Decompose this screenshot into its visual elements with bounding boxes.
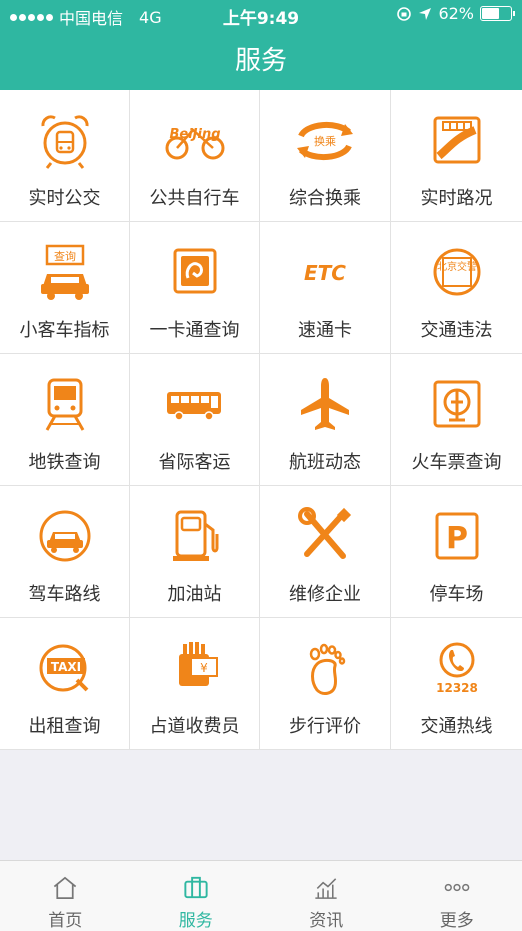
service-label: 维修企业 <box>289 580 361 606</box>
traffic-police-seal-icon: 北京交警 <box>425 240 489 304</box>
battery-percent: 62% <box>438 4 474 23</box>
location-arrow-icon <box>418 7 432 21</box>
service-repair[interactable]: 维修企业 <box>260 486 391 618</box>
service-label: 实时路况 <box>421 184 493 210</box>
service-public-bike[interactable]: BeiJing 公共自行车 <box>130 90 260 222</box>
briefcase-icon <box>181 873 211 902</box>
service-intercity-bus[interactable]: 省际客运 <box>130 354 260 486</box>
toll-collector-icon: ¥ <box>163 636 227 700</box>
rotation-lock-icon <box>396 6 412 22</box>
service-label: 航班动态 <box>289 448 361 474</box>
more-dots-icon <box>442 873 472 902</box>
hotline-icon: 12328 <box>425 636 489 700</box>
service-label: 公共自行车 <box>150 184 240 210</box>
page-title: 服务 <box>0 40 522 77</box>
coach-bus-icon <box>163 372 227 436</box>
service-realtime-bus[interactable]: 实时公交 <box>0 90 130 222</box>
service-hotline[interactable]: 12328 交通热线 <box>391 618 522 750</box>
service-label: 综合换乘 <box>289 184 361 210</box>
subway-icon <box>33 372 97 436</box>
home-icon <box>50 873 80 902</box>
service-label: 火车票查询 <box>412 448 502 474</box>
service-label: 驾车路线 <box>29 580 101 606</box>
tab-more[interactable]: 更多 <box>392 861 522 931</box>
service-walk-review[interactable]: 步行评价 <box>260 618 391 750</box>
service-parking[interactable]: P 停车场 <box>391 486 522 618</box>
footprint-icon <box>293 636 357 700</box>
service-transfer[interactable]: 换乘 综合换乘 <box>260 90 391 222</box>
service-flight[interactable]: 航班动态 <box>260 354 391 486</box>
service-label: 小客车指标 <box>20 316 110 342</box>
car-quota-icon: 查询 <box>33 240 97 304</box>
top-bar: 中国电信 4G 上午9:49 62% 服务 <box>0 0 522 90</box>
service-car-quota[interactable]: 查询 小客车指标 <box>0 222 130 354</box>
status-bar: 中国电信 4G 上午9:49 62% <box>0 0 522 30</box>
service-label: 交通热线 <box>421 712 493 738</box>
car-route-icon <box>33 504 97 568</box>
airplane-icon <box>293 372 357 436</box>
chart-icon <box>311 873 341 902</box>
service-label: 步行评价 <box>289 712 361 738</box>
service-label: 地铁查询 <box>29 448 101 474</box>
service-label: 实时公交 <box>29 184 101 210</box>
service-label: 省际客运 <box>159 448 231 474</box>
battery-icon <box>480 6 512 21</box>
tab-label: 资讯 <box>309 906 343 931</box>
railway-logo-icon <box>425 372 489 436</box>
parking-icon: P <box>425 504 489 568</box>
alarm-bus-icon <box>33 108 97 172</box>
service-road-condition[interactable]: 实时路况 <box>391 90 522 222</box>
service-traffic-violation[interactable]: 北京交警 交通违法 <box>391 222 522 354</box>
tab-service[interactable]: 服务 <box>131 861 262 931</box>
service-label: 加油站 <box>168 580 222 606</box>
tab-news[interactable]: 资讯 <box>261 861 392 931</box>
svg-text:北京交警: 北京交警 <box>437 260 477 273</box>
service-label: 一卡通查询 <box>150 316 240 342</box>
tab-home[interactable]: 首页 <box>0 861 131 931</box>
service-label: 占道收费员 <box>150 712 240 738</box>
service-gas-station[interactable]: 加油站 <box>130 486 260 618</box>
svg-text:TAXI: TAXI <box>50 660 80 674</box>
service-label: 速通卡 <box>298 316 352 342</box>
taxi-icon: TAXI <box>33 636 97 700</box>
service-etc-card[interactable]: ETC 速通卡 <box>260 222 391 354</box>
svg-text:P: P <box>446 521 468 556</box>
service-drive-route[interactable]: 驾车路线 <box>0 486 130 618</box>
etc-icon: ETC <box>293 240 357 304</box>
service-label: 出租查询 <box>29 712 101 738</box>
svg-text:¥: ¥ <box>200 661 208 675</box>
service-taxi[interactable]: TAXI 出租查询 <box>0 618 130 750</box>
tab-label: 服务 <box>179 906 213 931</box>
service-train-ticket[interactable]: 火车票查询 <box>391 354 522 486</box>
service-label: 交通违法 <box>421 316 493 342</box>
svg-text:ETC: ETC <box>304 261 346 285</box>
service-label: 停车场 <box>430 580 484 606</box>
service-card-query[interactable]: 一卡通查询 <box>130 222 260 354</box>
beijing-bike-icon: BeiJing <box>163 108 227 172</box>
svg-text:换乘: 换乘 <box>314 134 336 148</box>
tab-label: 更多 <box>440 906 474 931</box>
service-subway[interactable]: 地铁查询 <box>0 354 130 486</box>
tab-label: 首页 <box>48 906 82 931</box>
transfer-arrows-icon: 换乘 <box>293 108 357 172</box>
card-icon <box>163 240 227 304</box>
svg-text:12328: 12328 <box>436 681 478 695</box>
tab-bar: 首页 服务 资讯 更多 <box>0 860 522 931</box>
road-condition-icon <box>425 108 489 172</box>
gas-pump-icon <box>163 504 227 568</box>
svg-text:查询: 查询 <box>54 249 76 263</box>
svg-text:BeiJing: BeiJing <box>169 127 220 142</box>
service-grid: 实时公交 BeiJing 公共自行车 换乘 综合换乘 实 <box>0 90 522 750</box>
wrench-screwdriver-icon <box>293 504 357 568</box>
service-toll-collector[interactable]: ¥ 占道收费员 <box>130 618 260 750</box>
